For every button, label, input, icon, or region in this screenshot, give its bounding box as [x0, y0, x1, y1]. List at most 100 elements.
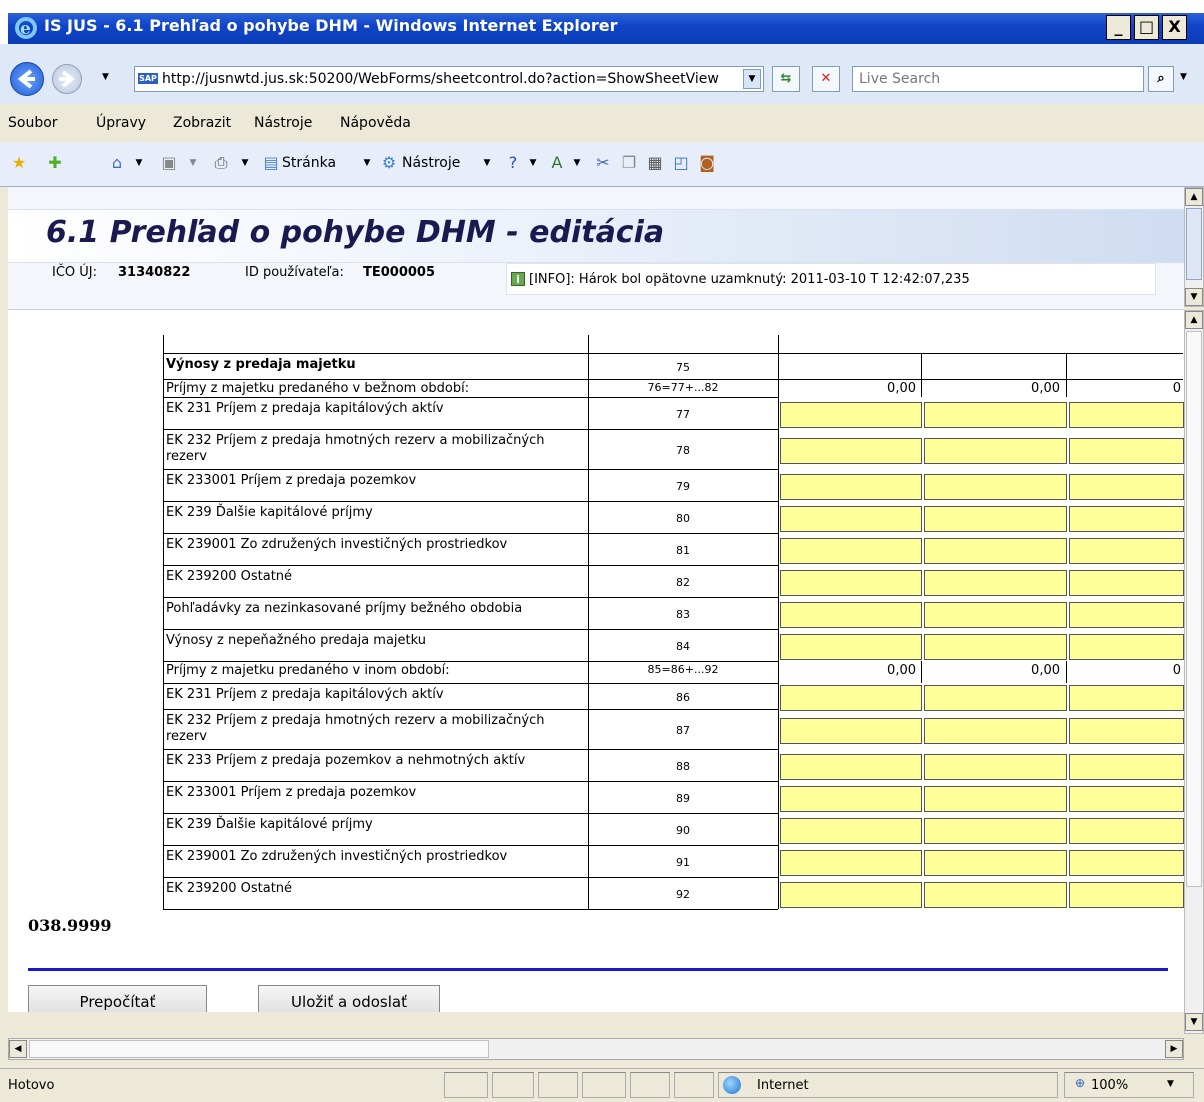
- input-cell[interactable]: [924, 570, 1067, 596]
- address-field[interactable]: SAP http://jusnwtd.jus.sk:50200/WebForms…: [134, 66, 764, 92]
- menu-zobrazit[interactable]: Zobrazit: [173, 115, 231, 131]
- zoom-control[interactable]: ⊕ 100% ▼: [1064, 1072, 1194, 1098]
- menu-upravy[interactable]: Úpravy: [96, 115, 146, 131]
- input-cell[interactable]: [924, 818, 1067, 844]
- help-icon[interactable]: ?: [504, 154, 522, 172]
- recent-pages-dropdown-icon[interactable]: ▼: [102, 72, 109, 82]
- input-cell[interactable]: [924, 538, 1067, 564]
- input-cell[interactable]: [780, 718, 922, 744]
- input-cell[interactable]: [924, 634, 1067, 660]
- input-cell[interactable]: [924, 438, 1067, 464]
- page-dropdown-icon[interactable]: ▼: [358, 154, 376, 172]
- input-cell[interactable]: [780, 634, 922, 660]
- input-cell[interactable]: [780, 506, 922, 532]
- forward-button[interactable]: [52, 64, 82, 94]
- input-cell[interactable]: [924, 718, 1067, 744]
- input-cell[interactable]: [1069, 402, 1184, 428]
- research-icon[interactable]: A: [548, 154, 566, 172]
- feeds-dropdown-icon[interactable]: ▼: [184, 154, 202, 172]
- input-cell[interactable]: [1069, 786, 1184, 812]
- cut-icon[interactable]: ✂: [594, 154, 612, 172]
- page-icon[interactable]: ▤: [262, 154, 280, 172]
- zoom-dropdown-icon[interactable]: ▼: [1167, 1079, 1174, 1089]
- scroll-right-icon[interactable]: ▶: [1165, 1040, 1183, 1058]
- input-cell[interactable]: [1069, 850, 1184, 876]
- stop-button[interactable]: ✕: [812, 66, 840, 92]
- favorites-star-icon[interactable]: ★: [10, 154, 28, 172]
- input-cell[interactable]: [780, 402, 922, 428]
- input-cell[interactable]: [780, 882, 922, 908]
- home-dropdown-icon[interactable]: ▼: [130, 154, 148, 172]
- titlebar-band[interactable]: e IS JUS - 6.1 Prehľad o pohybe DHM - Wi…: [8, 13, 1204, 44]
- input-cell[interactable]: [1069, 882, 1184, 908]
- input-cell[interactable]: [924, 602, 1067, 628]
- paste-icon[interactable]: ▦: [646, 154, 664, 172]
- print-dropdown-icon[interactable]: ▼: [236, 154, 254, 172]
- input-cell[interactable]: [1069, 474, 1184, 500]
- minimize-button[interactable]: _: [1106, 15, 1131, 40]
- inner-scroll-thumb[interactable]: [1186, 331, 1202, 887]
- input-cell[interactable]: [1069, 818, 1184, 844]
- input-cell[interactable]: [780, 818, 922, 844]
- input-cell[interactable]: [924, 402, 1067, 428]
- feeds-icon[interactable]: ▣: [160, 154, 178, 172]
- inner-scroll-up-icon[interactable]: ▲: [1185, 311, 1203, 329]
- search-icon[interactable]: ⌕: [1148, 66, 1174, 92]
- input-cell[interactable]: [780, 438, 922, 464]
- window-icon[interactable]: ◰: [672, 154, 690, 172]
- save-and-send-button[interactable]: Uložiť a odoslať: [258, 985, 440, 1012]
- input-cell[interactable]: [780, 685, 922, 711]
- research-dropdown-icon[interactable]: ▼: [568, 154, 586, 172]
- inner-scroll-down-icon[interactable]: ▼: [1185, 1013, 1203, 1031]
- h-scroll-thumb[interactable]: [29, 1040, 489, 1058]
- input-cell[interactable]: [1069, 438, 1184, 464]
- menu-nastroje[interactable]: Nástroje: [254, 115, 312, 131]
- input-cell[interactable]: [924, 850, 1067, 876]
- input-cell[interactable]: [1069, 718, 1184, 744]
- input-cell[interactable]: [924, 754, 1067, 780]
- input-cell[interactable]: [1069, 754, 1184, 780]
- input-cell[interactable]: [1069, 570, 1184, 596]
- input-cell[interactable]: [1069, 685, 1184, 711]
- back-button[interactable]: [10, 62, 44, 96]
- scroll-thumb[interactable]: [1186, 208, 1202, 280]
- input-cell[interactable]: [1069, 538, 1184, 564]
- search-input[interactable]: Live Search: [852, 66, 1144, 92]
- page-menu[interactable]: Stránka: [282, 155, 336, 171]
- input-cell[interactable]: [780, 570, 922, 596]
- input-cell[interactable]: [1069, 506, 1184, 532]
- gear-icon[interactable]: ⚙: [380, 154, 398, 172]
- input-cell[interactable]: [924, 882, 1067, 908]
- copy-icon[interactable]: ❐: [620, 154, 638, 172]
- input-cell[interactable]: [780, 786, 922, 812]
- outer-scrollbar[interactable]: ▲ ▼: [1184, 187, 1204, 307]
- tools-dropdown-icon[interactable]: ▼: [478, 154, 496, 172]
- address-dropdown-icon[interactable]: ▼: [743, 69, 761, 89]
- menu-napoveda[interactable]: Nápověda: [340, 115, 411, 131]
- scroll-left-icon[interactable]: ◀: [9, 1040, 27, 1058]
- address-url[interactable]: http://jusnwtd.jus.sk:50200/WebForms/she…: [162, 71, 732, 87]
- input-cell[interactable]: [780, 850, 922, 876]
- search-options-dropdown-icon[interactable]: ▼: [1180, 72, 1187, 82]
- scroll-up-icon[interactable]: ▲: [1185, 188, 1203, 206]
- find-icon[interactable]: ◙: [698, 154, 716, 172]
- help-dropdown-icon[interactable]: ▼: [524, 154, 542, 172]
- inner-scrollbar[interactable]: ▲ ▼: [1184, 310, 1204, 1034]
- close-button[interactable]: X: [1162, 15, 1187, 40]
- input-cell[interactable]: [924, 685, 1067, 711]
- horizontal-scrollbar[interactable]: ◀ ▶: [8, 1038, 1184, 1060]
- input-cell[interactable]: [924, 786, 1067, 812]
- scroll-down-icon[interactable]: ▼: [1185, 288, 1203, 306]
- home-icon[interactable]: ⌂: [108, 154, 126, 172]
- tools-menu[interactable]: Nástroje: [402, 155, 460, 171]
- input-cell[interactable]: [780, 474, 922, 500]
- input-cell[interactable]: [780, 602, 922, 628]
- print-icon[interactable]: ⎙: [212, 154, 230, 172]
- add-favorites-icon[interactable]: ✚: [46, 154, 64, 172]
- input-cell[interactable]: [924, 506, 1067, 532]
- input-cell[interactable]: [780, 754, 922, 780]
- input-cell[interactable]: [780, 538, 922, 564]
- maximize-button[interactable]: □: [1134, 15, 1159, 40]
- refresh-button[interactable]: ⇆: [772, 66, 800, 92]
- input-cell[interactable]: [924, 474, 1067, 500]
